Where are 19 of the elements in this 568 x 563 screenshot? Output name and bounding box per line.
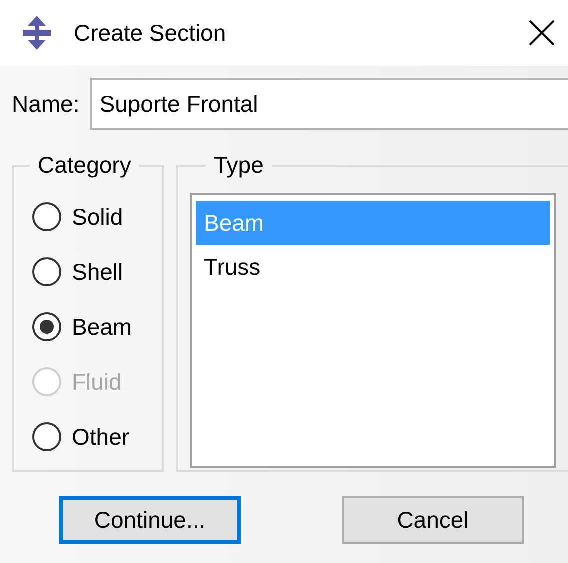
radio-label: Fluid: [72, 368, 122, 396]
radio-button[interactable]: [32, 312, 62, 342]
list-item[interactable]: Truss: [196, 245, 550, 289]
cancel-button[interactable]: Cancel: [342, 496, 524, 544]
category-title: Category: [37, 152, 132, 179]
radio-label: Shell: [72, 258, 124, 286]
arrows-icon: [22, 16, 52, 50]
radio-button[interactable]: [32, 422, 62, 452]
radio-button[interactable]: [32, 257, 62, 287]
name-label: Name:: [12, 90, 80, 118]
close-icon[interactable]: [528, 19, 556, 47]
continue-button[interactable]: Continue...: [59, 496, 241, 544]
radio-label: Other: [72, 424, 130, 450]
radio-label: Solid: [72, 204, 124, 230]
type-title: Type: [213, 152, 265, 179]
name-field[interactable]: Suporte Frontal: [90, 78, 568, 130]
window-title: Create Section: [74, 20, 228, 46]
radio-button[interactable]: [32, 202, 62, 232]
radio-label: Beam: [72, 314, 132, 340]
